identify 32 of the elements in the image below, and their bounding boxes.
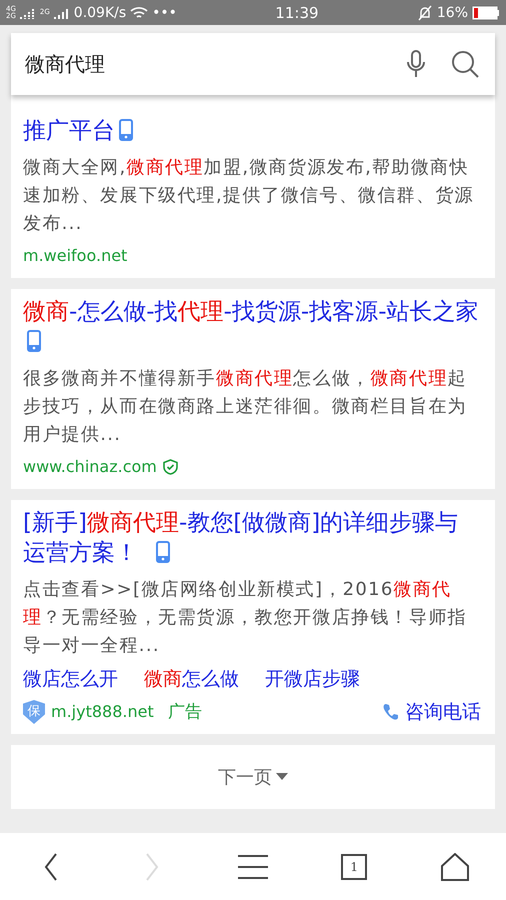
caret-icon xyxy=(276,773,288,781)
search-field[interactable]: 微商代理 xyxy=(11,33,495,95)
call-link[interactable]: 咨询电话 xyxy=(383,700,481,724)
next-page-button[interactable]: 下一页 xyxy=(212,764,294,790)
result-url: www.chinaz.com xyxy=(23,456,157,478)
sitelink[interactable]: 微店怎么开 xyxy=(23,664,118,694)
search-icon[interactable] xyxy=(451,50,479,78)
result-snippet: 点击查看>>[微店网络创业新模式]，2016微商代理？无需经验，无需货源，教您开微店挣钱！导师指导一对一全程... xyxy=(23,578,468,658)
tab-count: 1 xyxy=(341,854,368,880)
microphone-icon[interactable] xyxy=(407,50,425,78)
result-snippet: 微商大全网,微商代理加盟,微商货源发布,帮助微商快速加粉、发展下级代理,提供了微信号、微信群、货源发布... xyxy=(23,156,475,236)
result-title[interactable]: [新手]微商代理-教您[做微商]的详细步骤与运营方案！ xyxy=(23,508,481,568)
battery-icon xyxy=(472,6,500,20)
result-title[interactable]: 微商-怎么做-找代理-找货源-找客源-站长之家 xyxy=(23,297,481,357)
tabs-button[interactable]: 1 xyxy=(329,844,380,888)
result-title[interactable]: 推广平台 xyxy=(23,116,481,146)
shield-badge: 保 xyxy=(23,700,45,724)
clock-time: 11:39 xyxy=(275,4,319,22)
result-url: m.jyt888.net xyxy=(51,701,154,723)
sitelink[interactable]: 微商怎么做 xyxy=(144,664,239,694)
ad-label: 广告 xyxy=(168,701,202,724)
signal-icon xyxy=(20,6,36,18)
wifi-icon xyxy=(130,6,148,20)
battery-percent: 16% xyxy=(436,4,468,20)
phone-handset-icon xyxy=(383,703,399,721)
sitelink[interactable]: 开微店步骤 xyxy=(265,664,360,694)
signal-icon xyxy=(54,6,70,18)
result-url: m.weifoo.net xyxy=(23,245,128,267)
network-speed: 0.09K/s xyxy=(74,4,126,20)
result-snippet: 很多微商并不懂得新手微商代理怎么做，微商代理起步技巧，从而在微商路上迷茫徘徊。微商栏目旨在为用户提供... xyxy=(23,367,468,447)
more-dots: ••• xyxy=(152,4,177,20)
bell-off-icon xyxy=(416,4,433,20)
